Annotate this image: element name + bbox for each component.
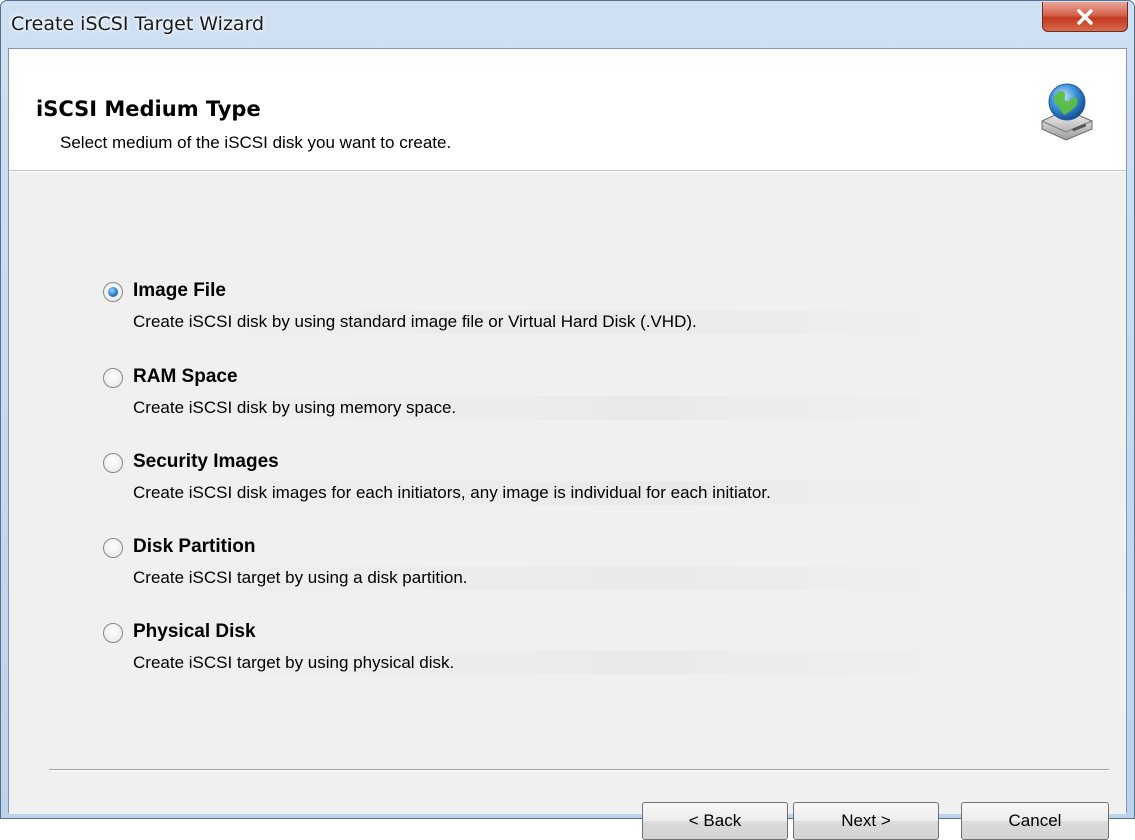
radio-image-file[interactable] (103, 282, 123, 302)
option-label[interactable]: Image File (129, 280, 230, 302)
radio-physical-disk[interactable] (103, 623, 123, 643)
radio-security-images[interactable] (103, 453, 123, 473)
next-button[interactable]: Next > (793, 802, 939, 840)
page-title: iSCSI Medium Type (36, 97, 261, 121)
option-description: Create iSCSI target by using a disk part… (133, 566, 999, 590)
back-button[interactable]: < Back (642, 802, 788, 840)
wizard-header: iSCSI Medium Type Select medium of the i… (9, 49, 1126, 171)
option-description: Create iSCSI disk images for each initia… (133, 481, 999, 505)
page-subtitle: Select medium of the iSCSI disk you want… (60, 133, 452, 152)
footer-separator (49, 769, 1109, 771)
cancel-button[interactable]: Cancel (961, 802, 1109, 840)
wizard-window: Create iSCSI Target Wizard iSCSI Medium … (0, 0, 1135, 840)
option-description: Create iSCSI disk by using standard imag… (133, 310, 999, 334)
option-label[interactable]: Physical Disk (129, 621, 260, 643)
window-title: Create iSCSI Target Wizard (11, 13, 265, 35)
option-description: Create iSCSI disk by using memory space. (133, 396, 999, 420)
close-button[interactable] (1042, 2, 1128, 32)
option-description: Create iSCSI target by using physical di… (133, 651, 999, 675)
wizard-body: Image File Create iSCSI disk by using st… (9, 172, 1126, 840)
close-icon (1077, 8, 1093, 25)
radio-disk-partition[interactable] (103, 538, 123, 558)
option-label[interactable]: Disk Partition (129, 536, 259, 558)
title-bar[interactable]: Create iSCSI Target Wizard (1, 1, 1134, 47)
radio-ram-space[interactable] (103, 368, 123, 388)
wizard-client-area: iSCSI Medium Type Select medium of the i… (8, 48, 1127, 840)
option-label[interactable]: Security Images (129, 451, 283, 473)
option-label[interactable]: RAM Space (129, 366, 242, 388)
globe-disk-icon (1041, 83, 1093, 141)
